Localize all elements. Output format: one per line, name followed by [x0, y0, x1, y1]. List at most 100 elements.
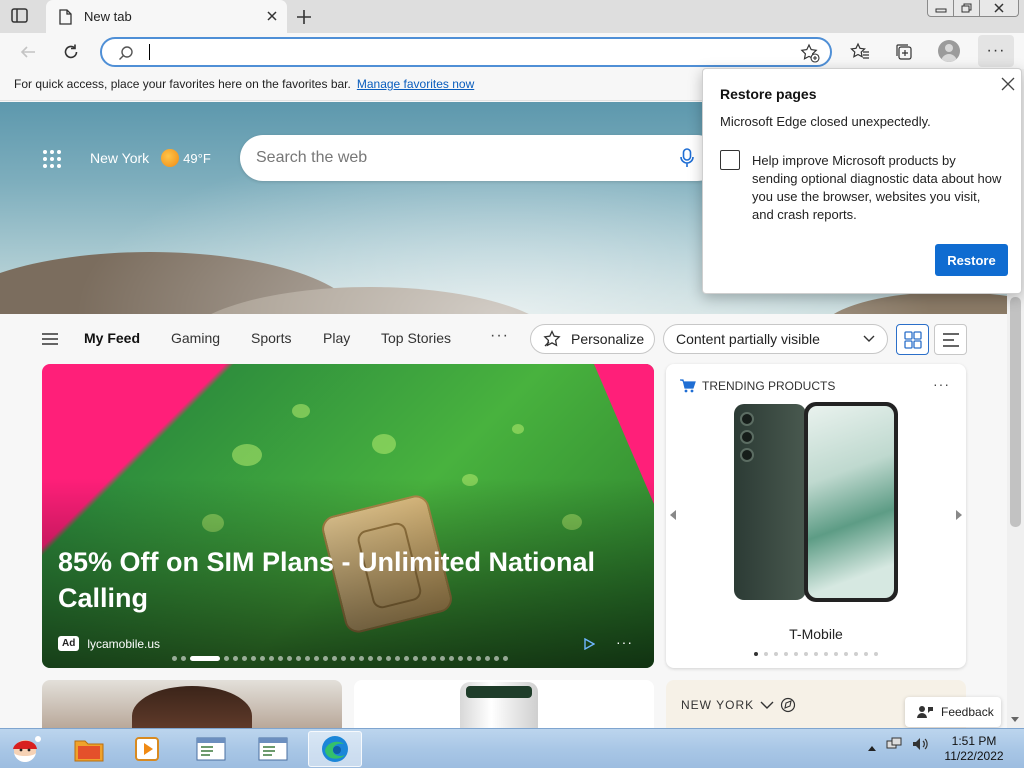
product-page-dot[interactable] [774, 652, 778, 656]
app-launcher-icon[interactable] [42, 149, 62, 169]
product-page-dot[interactable] [854, 652, 858, 656]
grid-view-button[interactable] [896, 324, 929, 355]
news-card-portrait[interactable] [42, 680, 342, 728]
product-page-dot[interactable] [794, 652, 798, 656]
product-page-dot[interactable] [804, 652, 808, 656]
product-page-dot[interactable] [844, 652, 848, 656]
diagnostic-data-label[interactable]: Help improve Microsoft products by sendi… [752, 152, 1002, 224]
carousel-dot[interactable] [449, 656, 454, 661]
settings-and-more-button[interactable]: ··· [978, 35, 1014, 67]
taskbar-microsoft-edge[interactable] [308, 731, 362, 767]
new-tab-icon[interactable] [293, 6, 315, 28]
carousel-dot[interactable] [278, 656, 283, 661]
tab-actions-menu-icon[interactable] [10, 7, 30, 25]
browser-tab-new-tab[interactable]: New tab [46, 0, 287, 33]
carousel-dot[interactable] [386, 656, 391, 661]
taskbar-document-window-2[interactable] [246, 731, 300, 767]
tab-play[interactable]: Play [323, 330, 350, 346]
ad-headline[interactable]: 85% Off on SIM Plans - Unlimited Nationa… [58, 544, 628, 616]
content-visibility-dropdown[interactable]: Content partially visible [663, 324, 888, 354]
location-target-icon[interactable] [780, 697, 796, 713]
minimize-button[interactable] [927, 0, 955, 17]
carousel-dot[interactable] [181, 656, 186, 661]
taskbar-file-explorer[interactable] [62, 731, 116, 767]
news-card-product[interactable] [354, 680, 654, 728]
previous-product-arrow[interactable] [670, 510, 676, 520]
carousel-dot[interactable] [242, 656, 247, 661]
carousel-dot[interactable] [494, 656, 499, 661]
product-page-dot[interactable] [824, 652, 828, 656]
diagnostic-data-checkbox[interactable] [720, 150, 740, 170]
more-tabs-button[interactable]: ··· [490, 327, 509, 345]
card-more-options-button[interactable]: ··· [616, 634, 633, 650]
product-label[interactable]: T-Mobile [666, 626, 966, 642]
taskbar-document-window-1[interactable] [184, 731, 238, 767]
address-bar[interactable] [100, 37, 832, 67]
profile-avatar[interactable] [938, 40, 960, 62]
list-view-button[interactable] [934, 324, 967, 355]
product-page-dot[interactable] [754, 652, 758, 656]
collections-button[interactable] [891, 39, 917, 65]
close-tab-icon[interactable] [265, 9, 279, 23]
carousel-dot[interactable] [413, 656, 418, 661]
carousel-dot[interactable] [190, 656, 220, 661]
taskbar-media-player[interactable] [122, 731, 176, 767]
carousel-dot[interactable] [404, 656, 409, 661]
carousel-dot[interactable] [377, 656, 382, 661]
tab-my-feed[interactable]: My Feed [84, 330, 140, 346]
back-button[interactable] [15, 39, 41, 65]
volume-icon[interactable] [912, 737, 930, 756]
personalize-button[interactable]: Personalize [530, 324, 655, 354]
product-page-dot[interactable] [874, 652, 878, 656]
carousel-dot[interactable] [341, 656, 346, 661]
featured-ad-card[interactable]: 85% Off on SIM Plans - Unlimited Nationa… [42, 364, 654, 668]
carousel-dot[interactable] [269, 656, 274, 661]
scrollbar-thumb[interactable] [1010, 297, 1021, 527]
product-page-dot[interactable] [784, 652, 788, 656]
carousel-dot[interactable] [296, 656, 301, 661]
system-clock[interactable]: 1:51 PM 11/22/2022 [940, 734, 1008, 764]
favorites-button[interactable] [847, 39, 873, 65]
dialog-close-icon[interactable] [1001, 77, 1015, 91]
carousel-dot[interactable] [485, 656, 490, 661]
address-input[interactable] [154, 42, 754, 62]
carousel-dot[interactable] [431, 656, 436, 661]
carousel-dot[interactable] [287, 656, 292, 661]
start-button[interactable] [4, 731, 46, 767]
trending-more-options-button[interactable]: ··· [933, 376, 950, 392]
product-page-dot[interactable] [764, 652, 768, 656]
web-search-box[interactable] [240, 135, 720, 181]
next-product-arrow[interactable] [956, 510, 962, 520]
scroll-down-arrow[interactable] [1011, 717, 1019, 722]
carousel-dot[interactable] [440, 656, 445, 661]
product-page-dot[interactable] [814, 652, 818, 656]
carousel-dot[interactable] [251, 656, 256, 661]
tab-top-stories[interactable]: Top Stories [381, 330, 451, 346]
restore-button[interactable]: Restore [935, 244, 1008, 276]
carousel-dot[interactable] [368, 656, 373, 661]
feedback-button[interactable]: Feedback [905, 697, 1001, 727]
restore-window-button[interactable] [953, 0, 981, 17]
carousel-dot[interactable] [503, 656, 508, 661]
weather-widget[interactable]: New York 49°F [90, 149, 211, 167]
carousel-dot[interactable] [233, 656, 238, 661]
carousel-dot[interactable] [467, 656, 472, 661]
product-page-dot[interactable] [864, 652, 868, 656]
carousel-dot[interactable] [323, 656, 328, 661]
trending-products-card[interactable]: TRENDING PRODUCTS ··· T-Mobile [666, 364, 966, 668]
product-page-dot[interactable] [834, 652, 838, 656]
add-favorite-icon[interactable] [800, 43, 820, 63]
adchoices-icon[interactable] [583, 638, 595, 650]
carousel-dot[interactable] [350, 656, 355, 661]
tab-sports[interactable]: Sports [251, 330, 291, 346]
weather-city[interactable]: NEW YORK [681, 697, 796, 713]
tab-gaming[interactable]: Gaming [171, 330, 220, 346]
carousel-dot[interactable] [332, 656, 337, 661]
microphone-icon[interactable] [680, 148, 694, 168]
carousel-dot[interactable] [224, 656, 229, 661]
carousel-dot[interactable] [458, 656, 463, 661]
manage-favorites-link[interactable]: Manage favorites now [357, 77, 474, 91]
carousel-dot[interactable] [422, 656, 427, 661]
carousel-dot[interactable] [305, 656, 310, 661]
refresh-button[interactable] [58, 39, 84, 65]
